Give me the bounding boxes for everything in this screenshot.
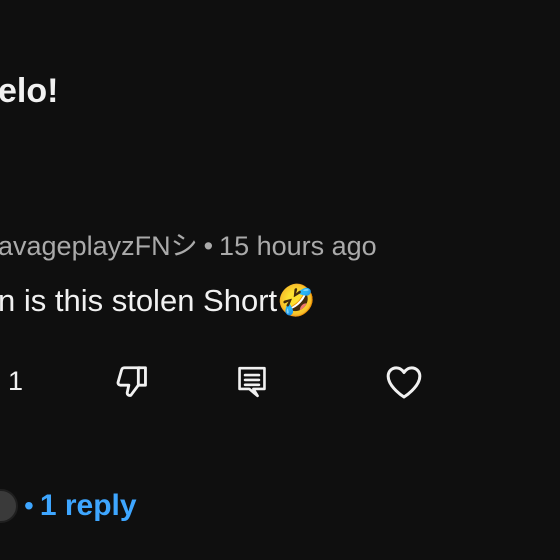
comment-body: n is this stolen Short🤣 — [0, 283, 316, 318]
reply-button[interactable] — [230, 360, 274, 404]
reply-comment-icon — [238, 366, 266, 398]
replies-count-label: 1 reply — [39, 489, 137, 522]
comment-timestamp: 15 hours ago — [219, 231, 377, 261]
thumbs-down-icon — [116, 366, 147, 397]
replies-separator: • — [24, 490, 34, 521]
comment-author[interactable]: avageplayzFNシ — [0, 231, 198, 261]
heart-icon — [386, 366, 422, 399]
meta-separator: • — [203, 231, 214, 261]
comment-action-bar: 1 — [0, 360, 560, 408]
previous-comment-text: elo! — [0, 72, 59, 110]
comment-header: avageplayzFNシ • 15 hours ago — [0, 224, 377, 263]
reply-avatar — [0, 489, 18, 523]
like-count: 1 — [8, 366, 24, 396]
view-replies-button[interactable]: • 1 reply — [0, 484, 137, 528]
dislike-button[interactable] — [110, 360, 154, 404]
heart-button[interactable] — [382, 360, 426, 404]
comment-thread-view: elo! avageplayzFNシ • 15 hours ago n is thi… — [0, 0, 560, 560]
